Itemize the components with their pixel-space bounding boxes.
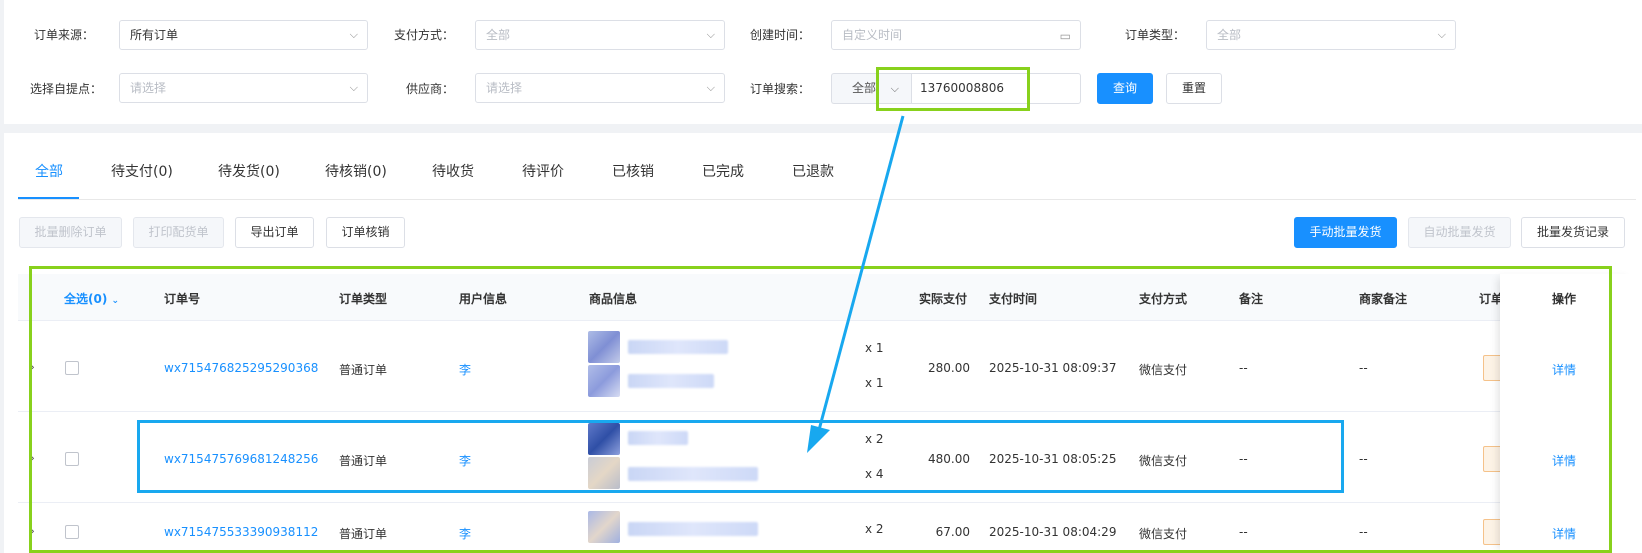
tab-pending-payment[interactable]: 待支付(0) [111, 161, 173, 181]
chevron-down-icon: ⌵ [706, 28, 715, 41]
pickup-point-select[interactable]: 请选择 ⌵ [119, 73, 368, 103]
tab-refunded[interactable]: 已退款 [792, 161, 834, 181]
pickup-point-label: 选择自提点： [29, 82, 102, 96]
chevron-down-icon: ⌵ [349, 28, 358, 41]
tab-pending-shipment[interactable]: 待发货(0) [218, 161, 280, 181]
order-source-value: 所有订单 [130, 28, 179, 42]
batch-delete-button[interactable]: 批量删除订单 [19, 217, 122, 248]
tab-verified[interactable]: 已核销 [612, 161, 654, 181]
payment-method-label: 支付方式： [393, 28, 454, 42]
calendar-icon: ▭ [1059, 29, 1071, 43]
order-search-label: 订单搜索： [749, 82, 810, 96]
query-button[interactable]: 查询 [1097, 73, 1153, 104]
supplier-label: 供应商： [405, 82, 454, 96]
created-time-label: 创建时间： [749, 28, 810, 42]
order-type-label: 订单类型： [1124, 28, 1185, 42]
order-type-placeholder: 全部 [1217, 28, 1242, 42]
reset-button[interactable]: 重置 [1166, 73, 1222, 104]
tab-pending-verification[interactable]: 待核销(0) [325, 161, 387, 181]
row-highlight-box [137, 420, 1344, 493]
filter-panel [4, 0, 1642, 124]
tab-all[interactable]: 全部 [35, 161, 63, 181]
batch-ship-records-button[interactable]: 批量发货记录 [1521, 217, 1625, 248]
created-time-placeholder: 自定义时间 [842, 28, 903, 42]
chevron-down-icon: ⌵ [1437, 28, 1446, 41]
supplier-select[interactable]: 请选择 ⌵ [475, 73, 725, 103]
pickup-point-placeholder: 请选择 [130, 81, 167, 95]
chevron-down-icon: ⌵ [706, 81, 715, 94]
print-picking-list-button[interactable]: 打印配货单 [133, 217, 224, 248]
export-orders-button[interactable]: 导出订单 [235, 217, 314, 248]
search-highlight-box [876, 67, 1030, 111]
order-type-select[interactable]: 全部 ⌵ [1206, 20, 1456, 50]
chevron-down-icon: ⌵ [349, 81, 358, 94]
payment-method-select[interactable]: 全部 ⌵ [475, 20, 725, 50]
order-verify-button[interactable]: 订单核销 [326, 217, 405, 248]
order-source-select[interactable]: 所有订单 ⌵ [119, 20, 368, 50]
supplier-placeholder: 请选择 [486, 81, 523, 95]
tab-divider [18, 199, 1636, 200]
created-time-picker[interactable]: 自定义时间 ▭ [831, 20, 1081, 50]
tab-pending-review[interactable]: 待评价 [522, 161, 564, 181]
tab-completed[interactable]: 已完成 [702, 161, 744, 181]
order-source-label: 订单来源： [33, 28, 94, 42]
table-highlight-box [29, 266, 1612, 553]
payment-method-placeholder: 全部 [486, 28, 511, 42]
tab-pending-receipt[interactable]: 待收货 [432, 161, 474, 181]
auto-batch-ship-button[interactable]: 自动批量发货 [1408, 217, 1511, 248]
search-scope-value: 全部 [852, 81, 877, 95]
manual-batch-ship-button[interactable]: 手动批量发货 [1294, 217, 1397, 248]
